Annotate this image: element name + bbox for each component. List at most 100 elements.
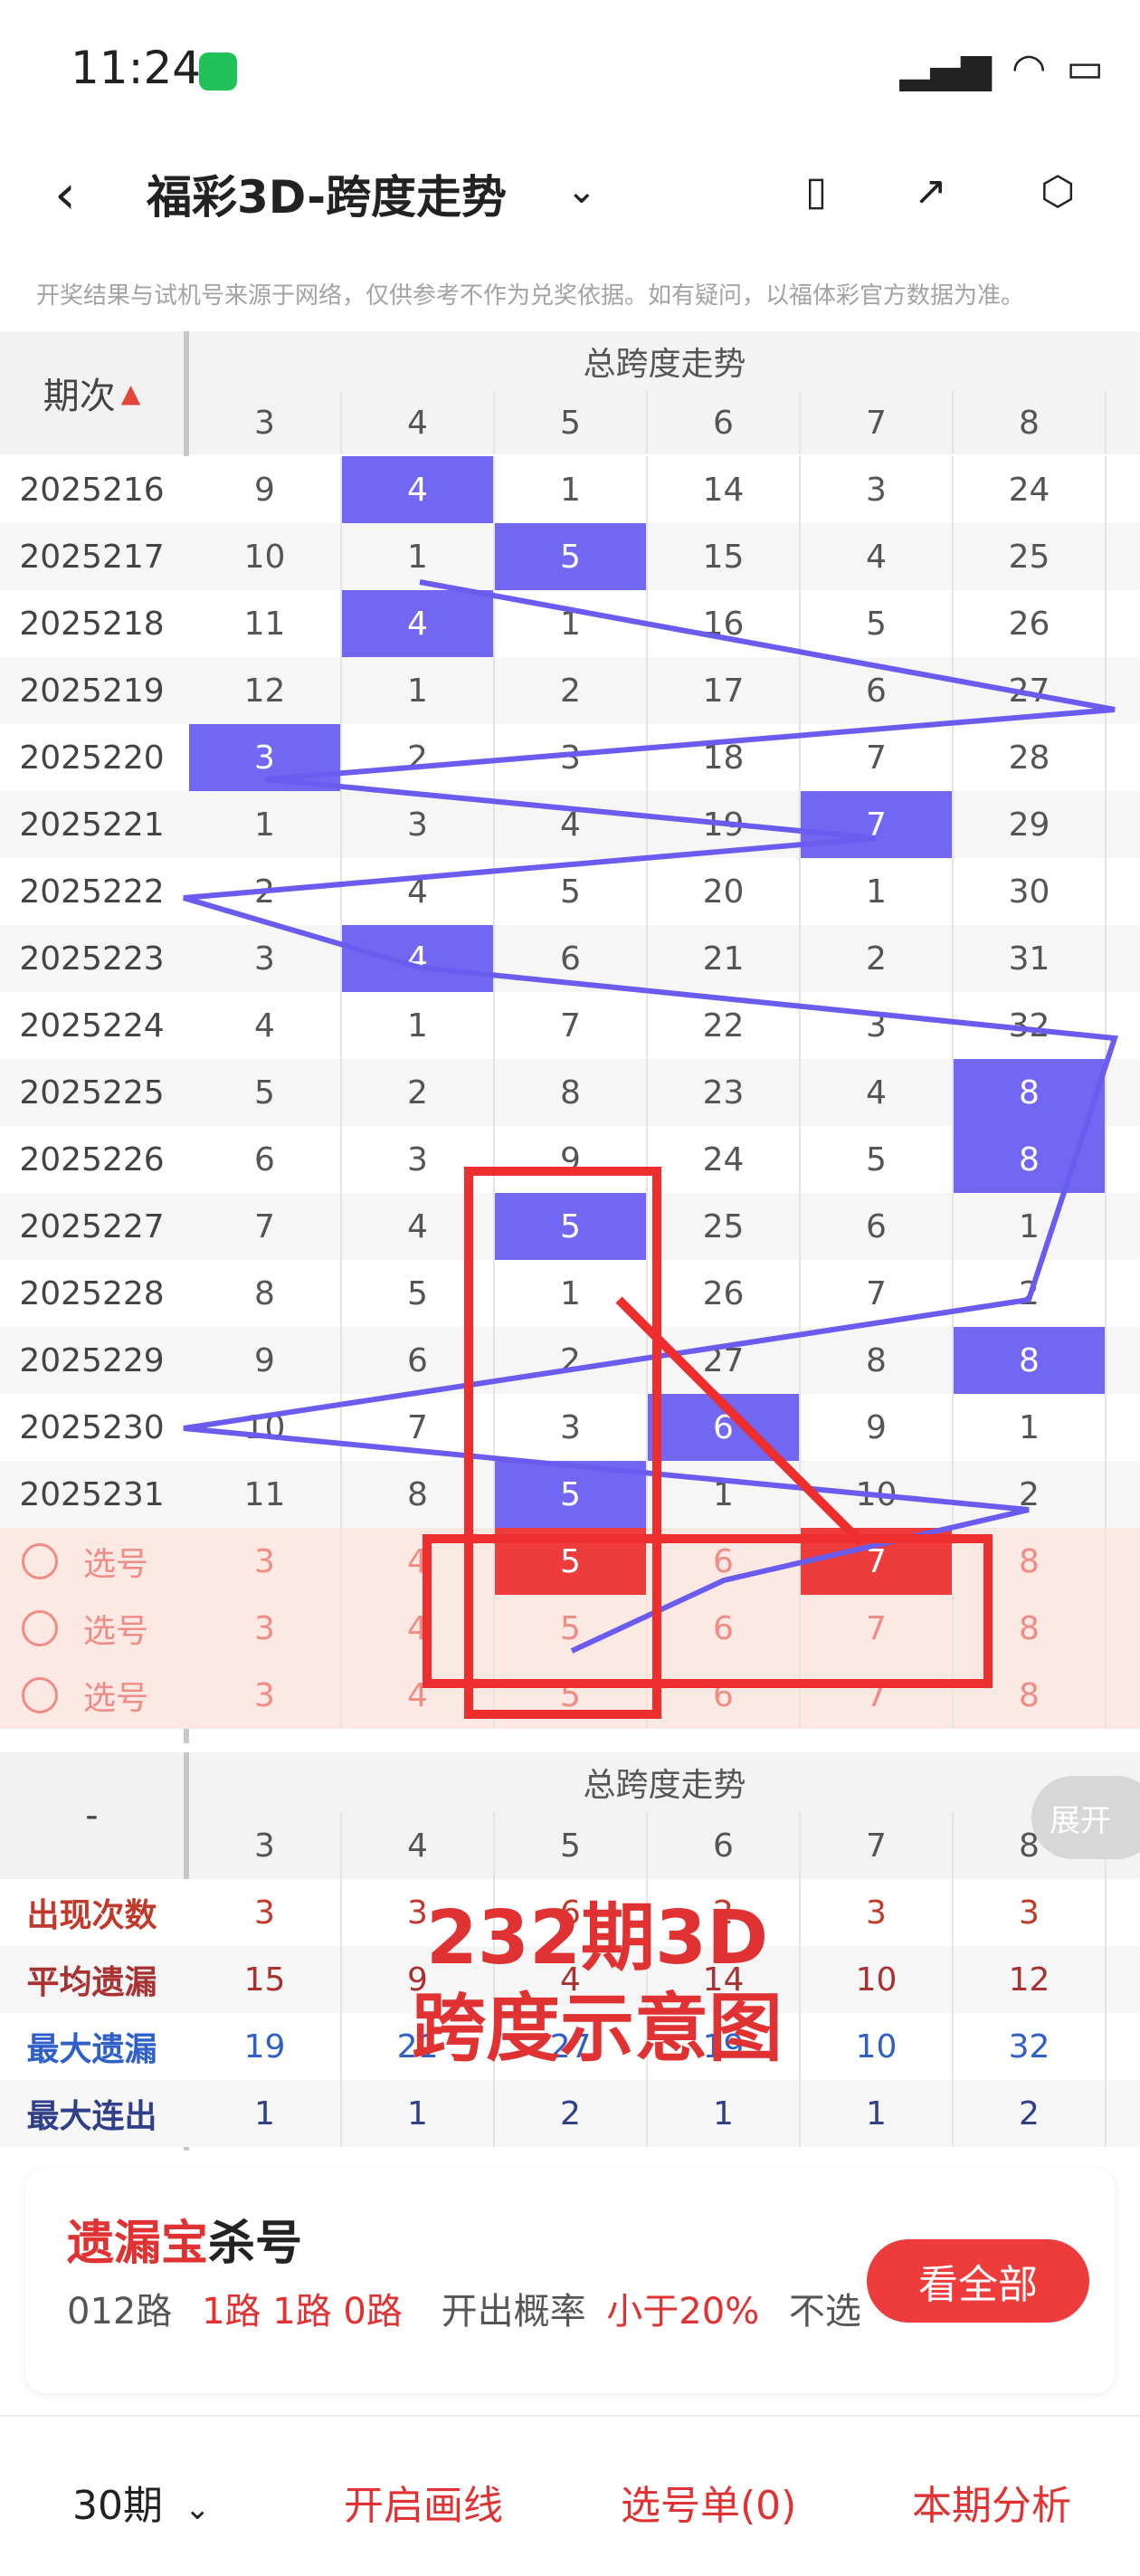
pick-cell[interactable]: 8 (954, 1662, 1107, 1729)
radio-circle-icon[interactable] (22, 1543, 58, 1579)
trend-cell: 5 (495, 858, 648, 925)
period-selector[interactable]: 30期 ⌄ (72, 2473, 211, 2531)
trend-cell: 5 (801, 590, 954, 657)
trend-cell: 7 (801, 1260, 954, 1327)
pick-cell[interactable]: 8 (954, 1528, 1107, 1595)
kill-tail: 不选 (788, 2291, 861, 2333)
trend-cell: 2 (495, 657, 648, 724)
period-label: 30期 (72, 2483, 163, 2529)
trend-cell: 15 (648, 523, 801, 590)
issue-number: 2025225 (19, 1073, 165, 1111)
stats-cell: 1 (189, 2080, 342, 2147)
chevron-down-icon[interactable]: ⌄ (566, 170, 597, 212)
stats-cell: 15 (189, 1946, 342, 2013)
pick-cell[interactable]: 6 (648, 1662, 801, 1729)
stats-header-group: 总跨度走势 (189, 1752, 1140, 1812)
issue-header-label: 期次 (43, 376, 116, 417)
pick-cell[interactable]: 5 (495, 1595, 648, 1662)
stats-label: 最大连出 (26, 2098, 157, 2135)
pick-cell[interactable]: 3 (189, 1595, 342, 1662)
radio-circle-icon[interactable] (22, 1677, 58, 1713)
trend-cell: 5 (495, 1461, 648, 1528)
pick-label[interactable]: 选号 (0, 1662, 184, 1729)
trend-col-7: 7 (801, 391, 954, 454)
pick-cell[interactable]: 6 (648, 1528, 801, 1595)
stats-cell: 3 (801, 1879, 954, 1946)
table-row: 2025222 2 4 5 20 1 30 (0, 858, 1140, 925)
trend-cell: 3 (342, 1126, 495, 1193)
pick-cell[interactable]: 5 (495, 1662, 648, 1729)
pick-cell[interactable]: 4 (342, 1595, 495, 1662)
trend-cell: 9 (801, 1394, 954, 1461)
pick-cell[interactable]: 8 (954, 1595, 1107, 1662)
stats-row: 最大连出 1 1 2 1 1 2 (0, 2080, 1140, 2147)
expand-button[interactable]: 展开 (1031, 1776, 1140, 1859)
pick-cell[interactable]: 7 (801, 1662, 954, 1729)
trend-cell: 6 (495, 925, 648, 992)
stats-cell: 2 (954, 2080, 1107, 2147)
settings-icon[interactable]: ⬡ (1040, 168, 1075, 215)
pick-cell[interactable]: 7 (801, 1595, 954, 1662)
pick-cell[interactable]: 4 (342, 1662, 495, 1729)
trend-cell: 8 (801, 1327, 954, 1394)
table-row: 2025219 12 1 2 17 6 27 (0, 657, 1140, 724)
issue-number: 2025219 (19, 672, 165, 710)
trend-cell: 3 (189, 925, 342, 992)
view-all-button[interactable]: 看全部 (867, 2239, 1089, 2323)
share-icon[interactable]: ↗ (914, 168, 947, 215)
page-title: 福彩3D-跨度走势 (147, 171, 507, 224)
overlay-caption-line1: 232期3D (425, 1895, 769, 1981)
phone-icon[interactable]: ▯ (805, 168, 827, 215)
pick-cell[interactable]: 5 (495, 1528, 648, 1595)
radio-circle-icon[interactable] (22, 1610, 58, 1646)
status-time: 11:24 (71, 42, 202, 94)
trend-cell: 5 (342, 1260, 495, 1327)
trend-cell: 21 (648, 925, 801, 992)
trend-col-8: 8 (954, 391, 1107, 454)
issue-number: 2025226 (19, 1140, 165, 1178)
trend-cell: 11 (189, 590, 342, 657)
trend-cell: 28 (954, 724, 1107, 791)
pick-cell[interactable]: 7 (801, 1528, 954, 1595)
trend-cell: 18 (648, 724, 801, 791)
issue-number: 2025223 (19, 940, 165, 978)
kill-card: 遗漏宝杀号 012路 1路 1路 0路 开出概率 小于20% 不选 看全部 (25, 2169, 1115, 2393)
battery-icon: ▭ (1066, 45, 1104, 91)
draw-line-button[interactable]: 开启画线 (344, 2473, 503, 2531)
selection-list-button[interactable]: 选号单(0) (621, 2473, 796, 2531)
table-row: 2025226 6 3 9 24 5 8 (0, 1126, 1140, 1193)
pick-cell[interactable]: 6 (648, 1595, 801, 1662)
trend-cell: 4 (189, 992, 342, 1059)
trend-col-6: 6 (648, 391, 801, 454)
back-icon[interactable]: ‹ (54, 163, 76, 226)
issue-header[interactable]: 期次 ▲ (0, 331, 184, 454)
analysis-button[interactable]: 本期分析 (912, 2473, 1071, 2531)
trend-cell: 6 (801, 1193, 954, 1260)
column-headers: 345678 (189, 391, 1140, 454)
trend-cell: 10 (801, 1461, 954, 1528)
pick-row: 选号 3 4 5 6 7 8 (0, 1662, 1140, 1729)
stats-col-5: 5 (495, 1812, 648, 1879)
pick-cell[interactable]: 3 (189, 1528, 342, 1595)
trend-cell: 8 (342, 1461, 495, 1528)
trend-cell: 4 (342, 456, 495, 523)
issue-number: 2025218 (19, 605, 165, 643)
trend-cell: 20 (648, 858, 801, 925)
trend-cell: 2 (954, 1461, 1107, 1528)
sort-icon: ▲ (120, 377, 141, 408)
trend-cell: 4 (801, 1059, 954, 1126)
trend-cell: 14 (648, 456, 801, 523)
trend-cell: 4 (495, 791, 648, 858)
pick-cell[interactable]: 4 (342, 1528, 495, 1595)
header-group: 总跨度走势 (189, 331, 1140, 391)
trend-cell: 3 (495, 1394, 648, 1461)
pick-label[interactable]: 选号 (0, 1595, 184, 1662)
trend-cell: 10 (189, 1394, 342, 1461)
stats-col-7: 7 (801, 1812, 954, 1879)
trend-cell: 1 (648, 1461, 801, 1528)
rows: 2025216 9 4 1 14 3 24 2025217 10 1 5 15 4 25 2025218 11… (0, 454, 1140, 1743)
pick-cell[interactable]: 3 (189, 1662, 342, 1729)
stats-cell: 1 (648, 2080, 801, 2147)
table-row: 2025216 9 4 1 14 3 24 (0, 456, 1140, 523)
pick-label[interactable]: 选号 (0, 1528, 184, 1595)
